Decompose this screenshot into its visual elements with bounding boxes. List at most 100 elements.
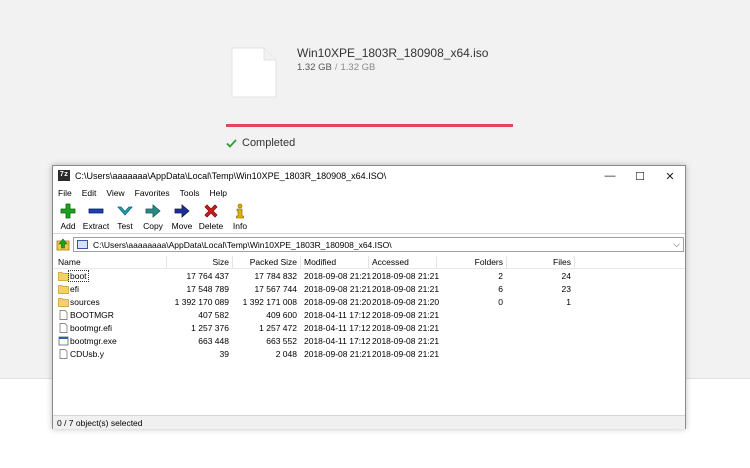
cell-size: 663 448 [198, 336, 229, 346]
test-button[interactable]: Test [115, 203, 135, 233]
table-row[interactable]: CDUsb.y 39 2 048 2018-09-08 21:21 2018-09-08… [53, 348, 685, 361]
up-folder-icon[interactable] [56, 238, 70, 251]
copy-button[interactable]: Copy [142, 203, 164, 233]
move-icon [174, 204, 190, 218]
address-input[interactable]: C:\Users\aaaaaaaa\AppData\Local\Temp\Win… [73, 237, 684, 252]
menu-file[interactable]: File [53, 187, 77, 201]
cell-size: 17 764 437 [186, 271, 229, 281]
list-header: Name Size Packed Size Modified Accessed … [53, 255, 685, 269]
status-bar: 0 / 7 object(s) selected [53, 415, 685, 429]
size-total: 1.32 GB [340, 62, 376, 73]
cell-modified: 2018-04-11 17:12 [304, 336, 371, 346]
checkmark-icon [226, 138, 237, 148]
column-packed-size[interactable]: Packed Size [233, 257, 297, 267]
menu-bar: File Edit View Favorites Tools Help [53, 187, 685, 201]
cell-packed-size: 2 048 [275, 349, 297, 359]
cell-accessed: 2018-09-08 21:20 [372, 297, 440, 307]
7zip-app-icon: 7z [58, 170, 70, 181]
file-icon [231, 47, 277, 98]
table-row[interactable]: BOOTMGR 407 582 409 600 2018-04-11 17:12 201… [53, 309, 685, 322]
maximize-button[interactable]: ☐ [625, 166, 655, 186]
table-row[interactable]: bootmgr.efi 1 257 376 1 257 472 2018-04-11 … [53, 322, 685, 335]
table-row[interactable]: bootmgr.exe 663 448 663 552 2018-04-11 17:1… [53, 335, 685, 348]
add-button[interactable]: Add [58, 203, 78, 233]
info-icon [236, 203, 244, 219]
cell-size: 17 548 789 [186, 284, 229, 294]
menu-favorites[interactable]: Favorites [130, 187, 175, 201]
delete-icon [204, 204, 218, 218]
close-button[interactable]: ✕ [655, 166, 685, 186]
cell-name: efi [70, 284, 79, 294]
menu-edit[interactable]: Edit [77, 187, 102, 201]
table-row[interactable]: sources 1 392 170 089 1 392 171 008 2018-09… [53, 296, 685, 309]
move-label: Move [171, 221, 193, 231]
cell-packed-size: 1 392 171 008 [242, 297, 297, 307]
cell-name: BOOTMGR [70, 310, 114, 320]
cell-modified: 2018-04-11 17:12 [304, 310, 371, 320]
column-divider[interactable] [300, 256, 301, 268]
file-list: Name Size Packed Size Modified Accessed … [53, 255, 685, 411]
download-progress-fill [226, 124, 513, 127]
chevron-down-icon[interactable]: ⌵ [673, 239, 680, 250]
cell-files: 1 [566, 297, 571, 307]
cell-name: sources [70, 297, 100, 307]
cell-accessed: 2018-09-08 21:21 [372, 271, 440, 281]
cell-size: 1 392 170 089 [174, 297, 229, 307]
column-name[interactable]: Name [58, 257, 81, 267]
copy-icon [145, 204, 161, 218]
menu-help[interactable]: Help [204, 187, 231, 201]
cell-accessed: 2018-09-08 21:21 [372, 284, 440, 294]
folder-icon [58, 298, 69, 307]
cell-packed-size: 17 784 832 [254, 271, 297, 281]
column-size[interactable]: Size [167, 257, 229, 267]
menu-tools[interactable]: Tools [175, 187, 205, 201]
cell-packed-size: 17 567 744 [254, 284, 297, 294]
table-row[interactable]: efi 17 548 789 17 567 744 2018-09-08 21:21 2… [53, 283, 685, 296]
column-divider[interactable] [574, 256, 575, 268]
cell-accessed: 2018-09-08 21:21 [372, 323, 440, 333]
size-separator: / [334, 62, 338, 73]
info-label: Info [232, 221, 248, 231]
move-button[interactable]: Move [171, 203, 193, 233]
folder-icon [58, 272, 69, 281]
cell-packed-size: 663 552 [266, 336, 297, 346]
test-icon [117, 206, 133, 216]
cell-modified: 2018-09-08 21:20 [304, 297, 372, 307]
address-bar: C:\Users\aaaaaaaa\AppData\Local\Temp\Win… [53, 236, 685, 253]
cell-name: boot [68, 270, 89, 282]
cell-packed-size: 409 600 [266, 310, 297, 320]
cell-size: 407 582 [198, 310, 229, 320]
download-status: Completed [226, 137, 295, 149]
title-bar[interactable]: 7z C:\Users\aaaaaaa\AppData\Local\Temp\W… [53, 166, 685, 186]
size-downloaded: 1.32 GB [297, 62, 332, 73]
extract-icon [88, 208, 104, 214]
column-folders[interactable]: Folders [437, 257, 503, 267]
copy-label: Copy [143, 221, 163, 231]
column-modified[interactable]: Modified [304, 257, 336, 267]
download-size: 1.32 GB/1.32 GB [297, 62, 375, 73]
cell-size: 39 [219, 349, 229, 359]
address-path: C:\Users\aaaaaaaa\AppData\Local\Temp\Win… [93, 240, 392, 250]
column-files[interactable]: Files [507, 257, 571, 267]
table-row[interactable]: boot 17 764 437 17 784 832 2018-09-08 21:21… [53, 270, 685, 283]
cell-modified: 2018-09-08 21:21 [304, 271, 372, 281]
add-icon [60, 203, 76, 219]
menu-view[interactable]: View [101, 187, 129, 201]
extract-button[interactable]: Extract [83, 203, 109, 233]
cell-folders: 0 [498, 297, 503, 307]
column-accessed[interactable]: Accessed [372, 257, 409, 267]
test-label: Test [117, 221, 133, 231]
extract-label: Extract [82, 221, 110, 231]
download-progress-bar [226, 124, 513, 127]
cell-size: 1 257 376 [191, 323, 229, 333]
minimize-button[interactable]: — [595, 166, 625, 186]
delete-label: Delete [198, 221, 224, 231]
download-file-name[interactable]: Win10XPE_1803R_180908_x64.iso [297, 46, 488, 60]
column-divider[interactable] [368, 256, 369, 268]
cell-accessed: 2018-09-08 21:21 [372, 310, 440, 320]
delete-button[interactable]: Delete [198, 203, 224, 233]
toolbar: Add Extract Test Copy Move Delete Info [53, 202, 685, 234]
cell-modified: 2018-04-11 17:12 [304, 323, 371, 333]
cell-folders: 6 [498, 284, 503, 294]
info-button[interactable]: Info [231, 203, 249, 233]
